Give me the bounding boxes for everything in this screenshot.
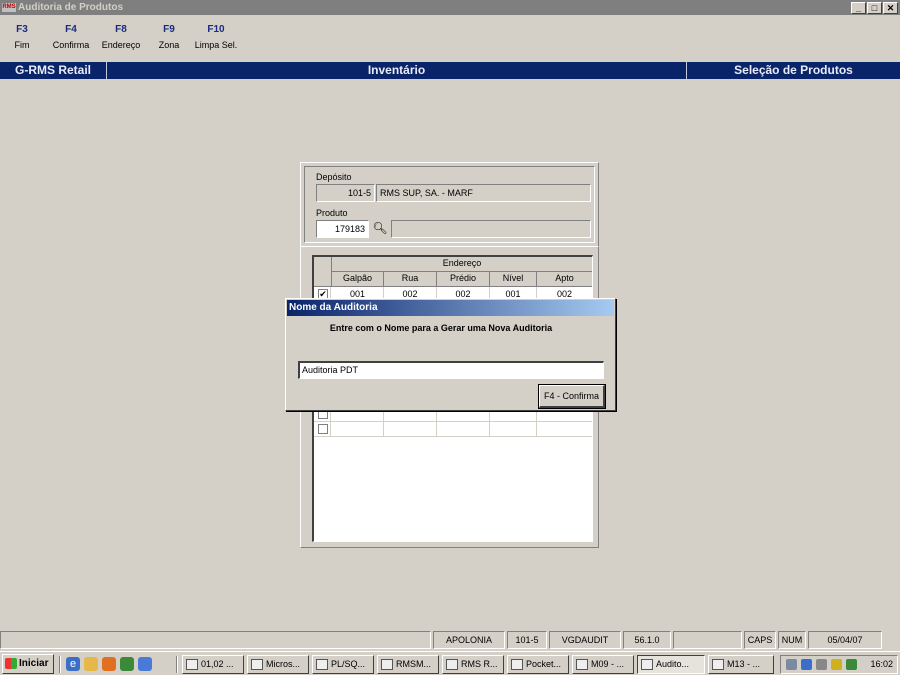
windows-logo-icon (5, 657, 17, 669)
browser-quicklaunch-icon[interactable] (138, 657, 152, 671)
fkey-f4-confirma[interactable]: F4 Confirma (48, 24, 94, 50)
grid-cell[interactable] (490, 422, 537, 437)
fkey-f8-endereco[interactable]: F8 Endereço (97, 24, 145, 50)
deposito-name-field: RMS SUP, SA. - MARF (376, 184, 591, 202)
module-header-bar: G-RMS Retail Inventário Seleção de Produ… (0, 62, 900, 79)
status-module: VGDAUDIT (549, 631, 621, 649)
status-caps: CAPS (744, 631, 776, 649)
produto-label: Produto (316, 208, 348, 218)
taskbar-button[interactable]: 01,02 ... (182, 655, 244, 674)
window-title-bar: RMS Auditoria de Produtos _ □ ✕ (0, 0, 900, 15)
deposito-code-field[interactable]: 101-5 (316, 184, 375, 202)
header-module-name: Inventário (367, 63, 426, 77)
fkey-f3-fim[interactable]: F3 Fim (2, 24, 42, 50)
minimize-button[interactable]: _ (851, 2, 866, 14)
status-store: 101-5 (507, 631, 547, 649)
printer-tray-icon[interactable] (786, 659, 797, 670)
dialog-message: Entre com o Nome para a Gerar uma Nova A… (329, 323, 553, 333)
windows-taskbar: Iniciar e 01,02 ... Micros... PL/SQ... R… (0, 651, 900, 675)
status-message (0, 631, 431, 649)
deposito-label: Depósito (316, 172, 352, 182)
row-checkbox-cell (314, 422, 331, 437)
window-icon (446, 659, 458, 671)
status-num: NUM (778, 631, 806, 649)
window-title: Auditoria de Produtos (18, 2, 123, 13)
app-icon: RMS (2, 2, 16, 12)
window-icon (511, 659, 523, 671)
produto-desc-field (391, 220, 591, 238)
column-header-nivel[interactable]: Nível (490, 272, 537, 287)
window-icon (316, 659, 328, 671)
row-checkbox[interactable] (318, 424, 328, 434)
taskbar-clock: 16:02 (870, 659, 893, 669)
status-bar: APOLONIA 101-5 VGDAUDIT 56.1.0 CAPS NUM … (0, 630, 900, 650)
fkey-f10-limpa-sel[interactable]: F10 Limpa Sel. (192, 24, 240, 50)
grid-cell[interactable] (384, 422, 437, 437)
maximize-button[interactable]: □ (867, 2, 882, 14)
close-button[interactable]: ✕ (883, 2, 898, 14)
header-screen-name: Seleção de Produtos (734, 63, 853, 77)
grid-cell[interactable] (437, 422, 490, 437)
grid-cell[interactable] (332, 422, 384, 437)
battery-tray-icon[interactable] (831, 659, 842, 670)
taskbar-separator (59, 656, 61, 673)
grid-cell[interactable] (537, 422, 592, 437)
table-row[interactable] (314, 422, 592, 437)
clock-tray-icon[interactable] (816, 659, 827, 670)
column-header-apto[interactable]: Apto (537, 272, 592, 287)
status-empty (673, 631, 742, 649)
word-icon (576, 659, 588, 671)
start-button[interactable]: Iniciar (2, 654, 54, 674)
taskbar-button[interactable]: RMS R... (442, 655, 504, 674)
column-header-rua[interactable]: Rua (384, 272, 437, 287)
folder-icon (381, 659, 393, 671)
status-date: 05/04/07 (808, 631, 882, 649)
taskbar-button[interactable]: Micros... (247, 655, 309, 674)
network-quicklaunch-icon[interactable] (120, 657, 134, 671)
dialog-title: Nome da Auditoria (287, 300, 614, 316)
audit-name-input[interactable]: Auditoria PDT (298, 361, 604, 379)
taskbar-button[interactable]: M13 - ... (708, 655, 774, 674)
status-version: 56.1.0 (623, 631, 671, 649)
taskbar-separator (176, 656, 178, 673)
confirm-button[interactable]: F4 - Confirma (538, 384, 606, 409)
system-tray: 16:02 (780, 655, 898, 674)
function-key-toolbar: F3 Fim F4 Confirma F8 Endereço F9 Zona F10 Li… (0, 15, 900, 58)
selection-form-panel: Depósito 101-5 RMS SUP, SA. - MARF Produ… (300, 162, 599, 247)
taskbar-button[interactable]: PL/SQ... (312, 655, 374, 674)
taskbar-button-active[interactable]: Audito... (637, 655, 705, 674)
folder-quicklaunch-icon[interactable] (84, 657, 98, 671)
taskbar-button[interactable]: Pocket... (507, 655, 569, 674)
produto-code-field[interactable]: 179183 (316, 220, 369, 238)
taskbar-button[interactable]: M09 - ... (572, 655, 634, 674)
word-icon (712, 659, 724, 671)
grid-corner-header (314, 257, 332, 287)
excel-icon (251, 659, 263, 671)
calendar-tray-icon[interactable] (846, 659, 857, 670)
status-host: APOLONIA (433, 631, 505, 649)
grid-group-header: Endereço (332, 257, 592, 272)
window-icon (641, 659, 653, 671)
app-quicklaunch-icon[interactable] (102, 657, 116, 671)
audit-name-dialog: Nome da Auditoria Entre com o Nome para … (285, 298, 616, 411)
taskbar-button[interactable]: RMSM... (377, 655, 439, 674)
network-tray-icon[interactable] (801, 659, 812, 670)
ie-quicklaunch-icon[interactable]: e (66, 657, 80, 671)
header-app-name: G-RMS Retail (14, 63, 91, 77)
window-icon (186, 659, 198, 671)
fkey-f9-zona[interactable]: F9 Zona (151, 24, 187, 50)
column-header-galpao[interactable]: Galpão (332, 272, 384, 287)
column-header-predio[interactable]: Prédio (437, 272, 490, 287)
binoculars-search-icon[interactable]: 🔍︎ (370, 220, 390, 238)
